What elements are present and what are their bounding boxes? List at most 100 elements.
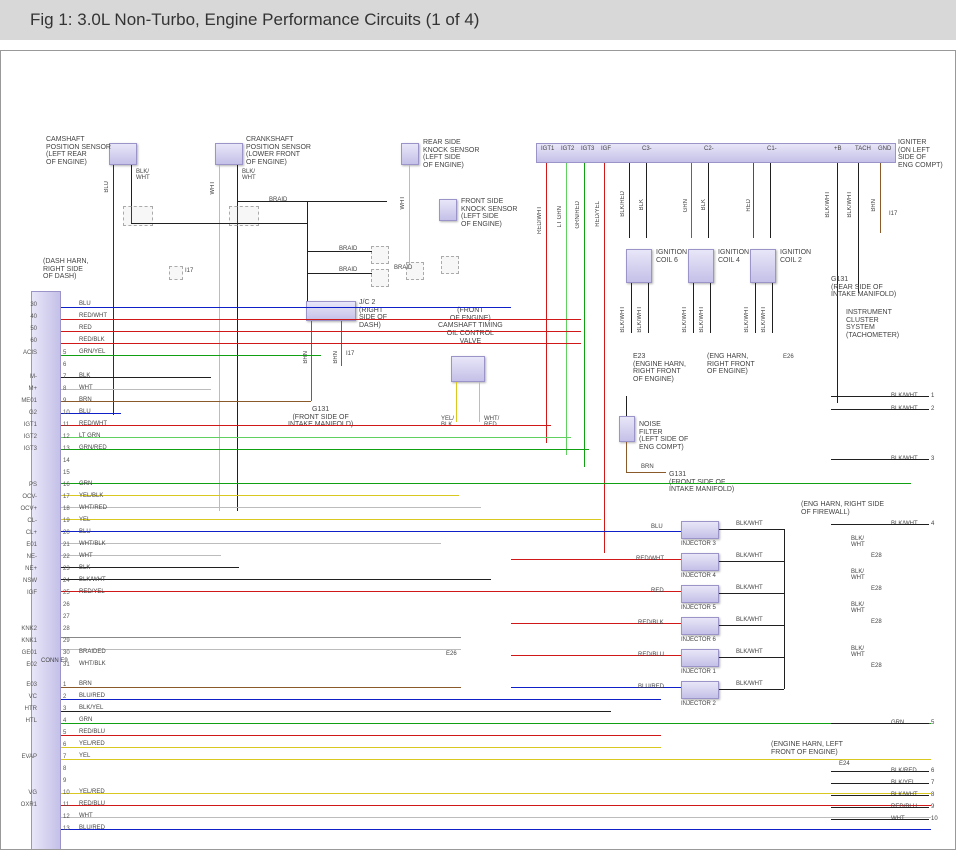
ignition-coil-4-label: IGNITION COIL 4: [718, 249, 749, 264]
ecu-pin-num-26: 27: [63, 614, 73, 620]
injector-1-label: INJECTOR 1: [681, 669, 716, 676]
ecu-pin-col-19: BLU: [79, 529, 91, 535]
ecu-pin-col-37: YEL/RED: [79, 741, 105, 747]
ecu-pin-num-41: 10: [63, 790, 73, 796]
ecu-pin-col-24: RED/YEL: [79, 589, 105, 595]
ecu-pin-col-9: BLU: [79, 409, 91, 415]
crank-wire-wht: WHT: [210, 181, 216, 195]
inj-in-2: BLU/RED: [638, 684, 664, 690]
ignition-coil-2: [750, 249, 776, 283]
ecu-pin-num-19: 20: [63, 530, 73, 536]
ecu-pin-sig-16: OCV-: [9, 494, 37, 500]
e26-label-1: E26: [783, 354, 794, 361]
ignition-coil-6: [626, 249, 652, 283]
ecu-pin-num-21: 22: [63, 554, 73, 560]
inj-in-4: RED/WHT: [636, 556, 664, 562]
ecu-pin-sig-7: M+: [9, 386, 37, 392]
inj-in-3: BLU: [651, 524, 663, 530]
igniter-pin-c1: C1-: [767, 146, 777, 153]
ecu-pin-sig-27: KNK2: [9, 626, 37, 632]
inj-out-2: BLK/WHT: [736, 681, 763, 687]
igniter-label: IGNITER (ON LEFT SIDE OF ENG COMPT): [898, 139, 943, 170]
inj-out-5: BLK/WHT: [736, 585, 763, 591]
ecu-pin-num-11: 12: [63, 434, 73, 440]
ignition-coil-2-label: IGNITION COIL 2: [780, 249, 811, 264]
igniter-wire-redyel: RED/YEL: [595, 201, 601, 227]
ecu-pin-col-38: YEL: [79, 753, 90, 759]
injector-3-label: INJECTOR 3: [681, 541, 716, 548]
e24-label: E24: [839, 761, 850, 768]
ecu-pin-col-21: WHT: [79, 553, 93, 559]
ecu-pin-sig-32: E03: [9, 682, 37, 688]
ecu-pin-col-35: GRN: [79, 717, 92, 723]
ecu-pin-sig-20: E01: [9, 542, 37, 548]
rear-knock-sensor-label: REAR SIDE KNOCK SENSOR (LEFT SIDE OF ENG…: [423, 139, 479, 170]
ecu-pin-col-3: RED/BLK: [79, 337, 105, 343]
coil-wire-1: BLK/WHT: [620, 306, 626, 333]
ecu-pin-col-42: RED/BLU: [79, 801, 105, 807]
ecu-pin-sig-18: CL-: [9, 518, 37, 524]
ecu-pin-col-17: WHT/RED: [79, 505, 107, 511]
injector-1: [681, 649, 719, 667]
ecu-pin-sig-9: G2: [9, 410, 37, 416]
cam-timing-valve: [451, 356, 485, 382]
ecu-pin-col-10: RED/WHT: [79, 421, 107, 427]
igniter-pin-c3: C3-: [642, 146, 652, 153]
right-out-num-8: 9: [931, 804, 934, 810]
eng-harn-firewall-label: (ENG HARN, RIGHT SIDE OF FIREWALL): [801, 501, 884, 516]
igniter-pin-igt2: IGT2: [561, 146, 574, 153]
ecu-pin-num-33: 2: [63, 694, 73, 700]
right-out-num-5: 6: [931, 768, 934, 774]
injector-5: [681, 585, 719, 603]
ecu-pin-col-1: RED/WHT: [79, 313, 107, 319]
ecu-pin-col-32: BRN: [79, 681, 92, 687]
noise-brn: BRN: [641, 464, 654, 470]
right-out-num-0: 1: [931, 393, 934, 399]
braid-4: BRAID: [394, 265, 412, 271]
coil-wire-3: BLK/WHT: [682, 306, 688, 333]
igniter-pin-tach: TACH: [855, 146, 871, 153]
ecu-pin-num-5: 6: [63, 362, 73, 368]
ecu-pin-col-15: GRN: [79, 481, 92, 487]
ecu-pin-sig-4: ACIS: [9, 350, 37, 356]
ecu-pin-num-35: 4: [63, 718, 73, 724]
igniter-pin-igt1: IGT1: [541, 146, 554, 153]
ecu-pin-col-29: BRAIDED: [79, 649, 106, 655]
ecu-pin-col-36: RED/BLU: [79, 729, 105, 735]
right-out-num-6: 7: [931, 780, 934, 786]
inj-bus-out2-c: BLK/ WHT: [851, 602, 865, 614]
ecu-pin-sig-41: VG: [9, 790, 37, 796]
rear-knock-wire: WHT: [400, 196, 406, 210]
ecu-pin-num-15: 16: [63, 482, 73, 488]
ecu-pin-num-4: 5: [63, 350, 73, 356]
inj-in-6: RED/BLK: [638, 620, 664, 626]
igniter-wire-grnred: GRN/RED: [575, 201, 581, 229]
crankshaft-pos-sensor: [215, 143, 243, 165]
ecu-pin-num-10: 11: [63, 422, 73, 428]
igniter-pin-gnd: GND: [878, 146, 891, 153]
coil-wire-5: BLK/WHT: [744, 306, 750, 333]
injector-5-label: INJECTOR 5: [681, 605, 716, 612]
igniter-wire-blkwht2: BLK/WHT: [847, 191, 853, 218]
wiring-diagram: CAMSHAFT POSITION SENSOR (LEFT REAR OF E…: [0, 50, 956, 850]
braid-conn-2: [371, 269, 389, 287]
ecu-pin-num-9: 10: [63, 410, 73, 416]
ecu-pin-num-36: 5: [63, 730, 73, 736]
ecu-pin-sig-29: GE01: [9, 650, 37, 656]
ecu-pin-num-37: 6: [63, 742, 73, 748]
ecu-pin-col-2: RED: [79, 325, 92, 331]
igniter-pin-c2: C2-: [704, 146, 714, 153]
ecu-pin-col-8: BRN: [79, 397, 92, 403]
ecu-pin-num-8: 9: [63, 398, 73, 404]
inj-bus-out2-d: BLK/ WHT: [851, 646, 865, 658]
eng-harn-left-label: (ENGINE HARN, LEFT FRONT OF ENGINE): [771, 741, 843, 756]
ecu-pin-num-27: 28: [63, 626, 73, 632]
ecu-pin-sig-30: E02: [9, 662, 37, 668]
inj-in-5: RED: [651, 588, 664, 594]
cam-wire-blu: BLU: [104, 181, 110, 193]
ecu-pin-num-12: 13: [63, 446, 73, 452]
camshaft-pos-sensor: [109, 143, 137, 165]
right-out-num-3: 4: [931, 521, 934, 527]
e28-b: E28: [871, 586, 882, 593]
ecu-pin-col-41: YEL/RED: [79, 789, 105, 795]
